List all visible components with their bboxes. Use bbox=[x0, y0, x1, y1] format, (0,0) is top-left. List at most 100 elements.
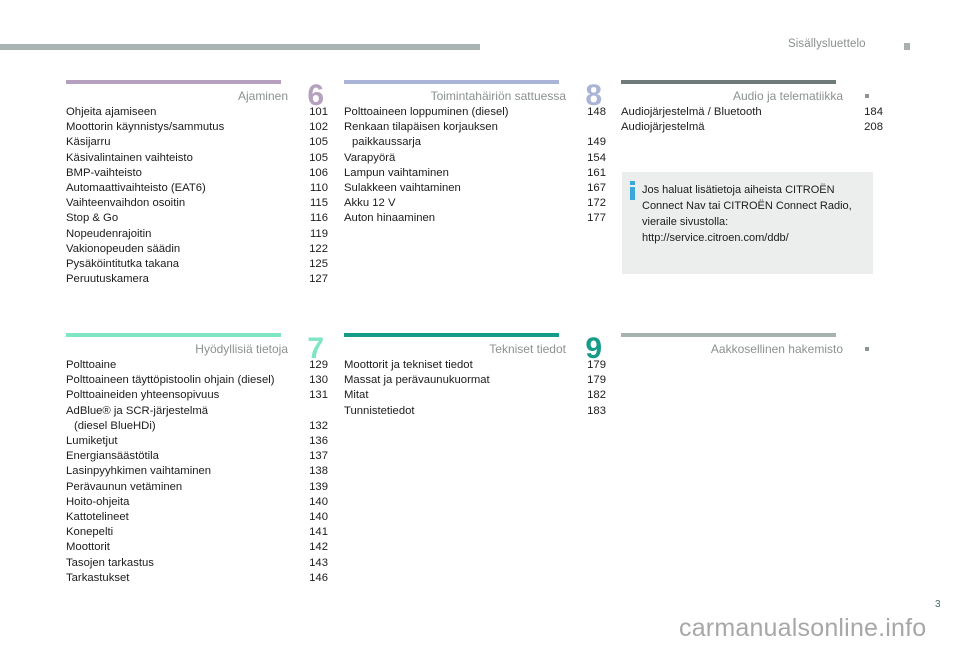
entry-label-text: Moottorin käynnistys/sammutus bbox=[66, 121, 225, 134]
page-header-title: Sisällysluettelo bbox=[788, 38, 866, 50]
toc-entry[interactable]: Auton hinaaminen 177 bbox=[344, 211, 606, 226]
page-number: 3 bbox=[935, 599, 941, 610]
toc-entry[interactable]: Pysäköintitutka takana 125 bbox=[66, 257, 328, 272]
toc-entry[interactable]: Varapyörä 154 bbox=[344, 151, 606, 166]
toc-entry[interactable]: Lasinpyyhkimen vaihtaminen 138 bbox=[66, 464, 328, 479]
toc-entry[interactable]: Lampun vaihtaminen 161 bbox=[344, 166, 606, 181]
toc-entry[interactable]: Polttoaineen täyttöpistoolin ohjain (die… bbox=[66, 373, 328, 388]
section-title: Tekniset tiedot bbox=[489, 342, 566, 356]
entry-page: 208 bbox=[864, 121, 883, 134]
toc-entry[interactable]: BMP-vaihteisto 106 bbox=[66, 166, 328, 181]
section-title: Toimintahäiriön sattuessa bbox=[430, 89, 566, 103]
toc-entry[interactable]: Akku 12 V 172 bbox=[344, 196, 606, 211]
toc-entry[interactable]: Perävaunun vetäminen 139 bbox=[66, 480, 328, 495]
entry-label-text: Akku 12 V bbox=[344, 197, 396, 210]
entry-label-continuation: paikkaussarja bbox=[352, 136, 422, 149]
toc-entry[interactable]: AdBlue® ja SCR-järjestelmä (diesel BlueHD… bbox=[66, 404, 328, 434]
entry-label: Konepelti bbox=[66, 525, 328, 540]
toc-entry[interactable]: Moottorin käynnistys/sammutus 102 bbox=[66, 120, 328, 135]
entry-page: 142 bbox=[309, 541, 328, 554]
entry-page: 143 bbox=[309, 556, 328, 569]
toc-entry[interactable]: Konepelti 141 bbox=[66, 525, 328, 540]
toc-entry[interactable]: Massat ja perävaunukuormat 179 bbox=[344, 373, 606, 388]
toc-entry[interactable]: Renkaan tilapäisen korjauksen paikkaussar… bbox=[344, 120, 606, 150]
section-rule bbox=[66, 333, 281, 337]
toc-entry[interactable]: Audiojärjestelmä / Bluetooth 184 bbox=[621, 105, 883, 120]
toc-entry[interactable]: Käsivalintainen vaihteisto 105 bbox=[66, 151, 328, 166]
toc-entry[interactable]: Automaattivaihteisto (EAT6) 110 bbox=[66, 181, 328, 196]
entry-label-text: Audiojärjestelmä / Bluetooth bbox=[621, 106, 762, 118]
entry-page: 106 bbox=[309, 166, 328, 179]
toc-entry[interactable]: Sulakkeen vaihtaminen 167 bbox=[344, 181, 606, 196]
entry-label: Auton hinaaminen bbox=[344, 211, 606, 226]
toc-entry[interactable]: Polttoaineen loppuminen (diesel) 148 bbox=[344, 105, 606, 120]
entry-page: 179 bbox=[587, 374, 606, 387]
section-rule bbox=[344, 80, 559, 84]
entry-page: 138 bbox=[309, 465, 328, 478]
entry-label: Lampun vaihtaminen bbox=[344, 166, 606, 181]
entry-page: 177 bbox=[587, 212, 606, 225]
entry-label-text: Energiansäästötila bbox=[66, 450, 159, 463]
entry-label: Käsijarru bbox=[66, 135, 328, 150]
entry-label: Tunnistetiedot bbox=[344, 404, 606, 419]
toc-entry[interactable]: Tarkastukset 146 bbox=[66, 571, 328, 586]
entry-list: Moottorit ja tekniset tiedot 179 Massat ja… bbox=[344, 358, 606, 419]
section-title: Audio ja telematiikka bbox=[732, 89, 843, 103]
toc-entry[interactable]: Mitat 182 bbox=[344, 388, 606, 403]
toc-entry[interactable]: Tunnistetiedot 183 bbox=[344, 404, 606, 419]
entry-page: 105 bbox=[309, 136, 328, 149]
entry-label: Varapyörä bbox=[344, 151, 606, 166]
entry-label-text: Audiojärjestelmä bbox=[621, 121, 705, 134]
entry-page: 130 bbox=[309, 374, 328, 387]
entry-label: AdBlue® ja SCR-järjestelmä (diesel BlueHD… bbox=[66, 404, 328, 434]
toc-entry[interactable]: Lumiketjut 136 bbox=[66, 434, 328, 449]
entry-label-text: Polttoaine bbox=[66, 359, 117, 371]
section-rule bbox=[621, 333, 836, 337]
entry-label-text: Ohjeita ajamiseen bbox=[66, 106, 157, 118]
toc-entry[interactable]: Tasojen tarkastus 143 bbox=[66, 556, 328, 571]
toc-entry[interactable]: Vakionopeuden säädin 122 bbox=[66, 242, 328, 257]
entry-page: 182 bbox=[587, 389, 606, 402]
section-title: Hyödyllisiä tietoja bbox=[195, 342, 288, 356]
entry-label: Polttoaineen loppuminen (diesel) bbox=[344, 105, 606, 120]
toc-entry[interactable]: Ohjeita ajamiseen 101 bbox=[66, 105, 328, 120]
toc-entry[interactable]: Peruutuskamera 127 bbox=[66, 272, 328, 287]
entry-page: 122 bbox=[309, 242, 328, 255]
toc-entry[interactable]: Käsijarru 105 bbox=[66, 135, 328, 150]
entry-page: 116 bbox=[309, 212, 328, 225]
entry-label-text: Stop & Go bbox=[66, 212, 119, 225]
toc-entry[interactable]: Energiansäästötila 137 bbox=[66, 449, 328, 464]
entry-page: 115 bbox=[309, 197, 328, 210]
toc-entry[interactable]: Polttoaineiden yhteensopivuus 131 bbox=[66, 388, 328, 403]
entry-page: 101 bbox=[309, 106, 328, 118]
toc-entry[interactable]: Polttoaine 129 bbox=[66, 358, 328, 373]
entry-label: Vakionopeuden säädin bbox=[66, 242, 328, 257]
entry-page: 136 bbox=[309, 435, 328, 448]
toc-entry[interactable]: Stop & Go 116 bbox=[66, 211, 328, 226]
toc-entry[interactable]: Kattotelineet 140 bbox=[66, 510, 328, 525]
entry-label-text: Tasojen tarkastus bbox=[66, 556, 154, 569]
entry-page: 184 bbox=[864, 106, 883, 118]
header-rule bbox=[0, 44, 480, 50]
toc-entry[interactable]: Moottorit 142 bbox=[66, 540, 328, 555]
toc-entry[interactable]: Hoito-ohjeita 140 bbox=[66, 495, 328, 510]
toc-entry[interactable]: Vaihteenvaihdon osoitin 115 bbox=[66, 196, 328, 211]
toc-entry[interactable]: Audiojärjestelmä 208 bbox=[621, 120, 883, 135]
entry-label-text: Varapyörä bbox=[344, 151, 396, 164]
watermark: carmanualsonline.info bbox=[679, 614, 927, 642]
entry-label-text: Moottorit ja tekniset tiedot bbox=[344, 359, 473, 371]
entry-label-text: Moottorit bbox=[66, 541, 110, 554]
info-link[interactable]: http://service.citroen.com/ddb/ bbox=[642, 230, 870, 246]
entry-label: Akku 12 V bbox=[344, 196, 606, 211]
entry-label: Polttoaineiden yhteensopivuus bbox=[66, 388, 328, 403]
entry-label: Kattotelineet bbox=[66, 510, 328, 525]
entry-page: 172 bbox=[587, 197, 606, 210]
entry-page: 140 bbox=[309, 511, 328, 524]
entry-page: 102 bbox=[309, 121, 328, 134]
toc-entry[interactable]: Nopeudenrajoitin 119 bbox=[66, 227, 328, 242]
entry-label: Renkaan tilapäisen korjauksen paikkaussar… bbox=[344, 120, 606, 150]
info-text: Jos haluat lisätietoja aiheista CITROËN … bbox=[642, 182, 870, 246]
toc-entry[interactable]: Moottorit ja tekniset tiedot 179 bbox=[344, 358, 606, 373]
entry-label-text: Pysäköintitutka takana bbox=[66, 258, 180, 271]
entry-page: 119 bbox=[309, 227, 328, 240]
